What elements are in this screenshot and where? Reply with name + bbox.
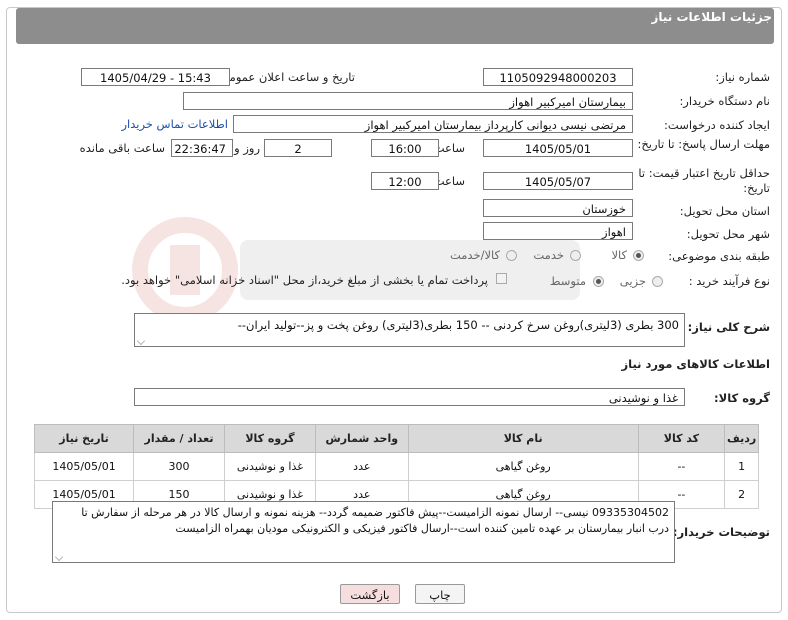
- col-header-unit: واحد شمارش: [314, 424, 409, 453]
- process-type-label: نوع فرآیند خرید :: [688, 274, 770, 288]
- creator-label: ایجاد کننده درخواست:: [664, 118, 770, 132]
- buyer-notes-textarea[interactable]: 09335304502 نیسی-- ارسال نمونه الزامیست-…: [52, 501, 675, 563]
- buyer-notes-label: توضیحات خریدار:: [672, 525, 770, 539]
- reply-date-field: 1405/05/01: [483, 139, 633, 157]
- category-radio-goods[interactable]: [633, 250, 644, 261]
- col-header-row-number: ردیف: [724, 424, 759, 453]
- need-number-label: شماره نیاز:: [715, 70, 770, 84]
- goods-group-field: غذا و نوشیدنی: [134, 388, 685, 406]
- time-remaining-label: ساعت باقی مانده: [79, 141, 165, 155]
- buyer-contact-link[interactable]: اطلاعات تماس خریدار: [121, 117, 228, 131]
- treasury-payment-note: پرداخت تمام یا بخشی از مبلغ خرید،از محل …: [121, 273, 488, 287]
- city-field: اهواز: [483, 222, 633, 240]
- goods-table: ردیف کد کالا نام کالا واحد شمارش گروه کا…: [33, 424, 759, 509]
- time-remaining-field: 22:36:47: [171, 139, 233, 157]
- need-number-field: 1105092948000203: [483, 68, 633, 86]
- process-option-minor: جزیی: [619, 274, 646, 288]
- col-header-quantity: تعداد / مقدار: [133, 424, 225, 453]
- announce-date-label: تاریخ و ساعت اعلان عمومی:: [216, 70, 355, 84]
- col-header-item-code: کد کالا: [637, 424, 726, 453]
- goods-section-title: اطلاعات کالاهای مورد نیاز: [621, 357, 770, 371]
- category-label: طبقه بندی موضوعی:: [668, 249, 770, 263]
- days-label: روز و: [234, 141, 260, 155]
- cell-row-number: 2: [724, 480, 759, 509]
- col-header-item-name: نام کالا: [407, 424, 639, 453]
- cell-group: غذا و نوشیدنی: [223, 452, 316, 481]
- price-validity-label: حداقل تاریخ اعتبار قیمت: تا تاریخ:: [638, 166, 770, 195]
- cell-unit: عدد: [314, 452, 409, 481]
- buyer-org-label: نام دستگاه خریدار:: [679, 94, 770, 108]
- cell-need-date: 1405/05/01: [33, 452, 135, 481]
- process-option-medium: متوسط: [549, 274, 586, 288]
- table-row: 1 -- روغن گیاهی عدد غذا و نوشیدنی 300 14…: [33, 452, 759, 481]
- page-title: جزئیات اطلاعات نیاز: [651, 10, 772, 24]
- process-radio-medium[interactable]: [593, 276, 604, 287]
- goods-table-header-row: ردیف کد کالا نام کالا واحد شمارش گروه کا…: [33, 424, 759, 453]
- back-button[interactable]: بازگشت: [340, 584, 400, 604]
- buyer-org-field: بیمارستان امیرکبیر اهواز: [183, 92, 633, 110]
- reply-deadline-label: مهلت ارسال پاسخ: تا تاریخ:: [637, 137, 770, 151]
- category-option-service: خدمت: [533, 248, 564, 262]
- province-label: استان محل تحویل:: [679, 204, 770, 218]
- price-date-field: 1405/05/07: [483, 172, 633, 190]
- goods-table-wrapper: ردیف کد کالا نام کالا واحد شمارش گروه کا…: [33, 424, 759, 509]
- goods-group-label: گروه کالا:: [714, 391, 770, 405]
- print-button[interactable]: چاپ: [415, 584, 465, 604]
- days-remaining-field: 2: [264, 139, 332, 157]
- price-time-field: 12:00: [371, 172, 439, 190]
- cell-row-number: 1: [724, 452, 759, 481]
- city-label: شهر محل تحویل:: [686, 227, 770, 241]
- category-option-goods-service: کالا/خدمت: [449, 248, 500, 262]
- province-field: خوزستان: [483, 199, 633, 217]
- col-header-need-date: تاریخ نیاز: [33, 424, 135, 453]
- category-radio-service[interactable]: [570, 250, 581, 261]
- need-description-label: شرح کلی نیاز:: [687, 320, 770, 334]
- process-radio-minor[interactable]: [652, 276, 663, 287]
- treasury-payment-checkbox[interactable]: [496, 273, 507, 284]
- reply-time-field: 16:00: [371, 139, 439, 157]
- cell-item-code: --: [637, 452, 726, 481]
- creator-field: مرتضی نیسی دیوانی کارپرداز بیمارستان امی…: [233, 115, 633, 133]
- category-option-goods: کالا: [611, 248, 627, 262]
- need-description-textarea[interactable]: 300 بطری (3لیتری)روغن سرخ کردنی -- 150 ب…: [134, 313, 685, 347]
- col-header-group: گروه کالا: [223, 424, 316, 453]
- cell-quantity: 300: [133, 452, 225, 481]
- cell-item-name: روغن گیاهی: [407, 452, 639, 481]
- category-radio-goods-service[interactable]: [506, 250, 517, 261]
- announce-date-field: 1405/04/29 - 15:43: [81, 68, 230, 86]
